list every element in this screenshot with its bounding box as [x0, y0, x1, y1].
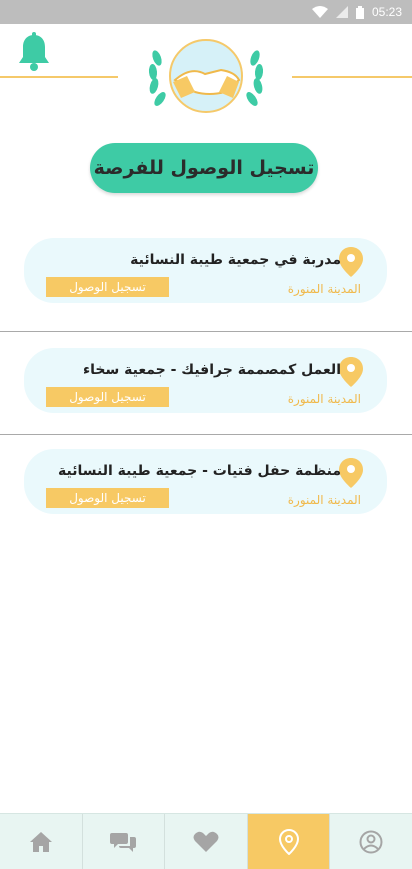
battery-icon [355, 5, 364, 19]
status-icons: 05:23 [311, 0, 402, 24]
divider [0, 434, 412, 435]
nav-profile[interactable] [330, 814, 412, 869]
checkin-button[interactable]: تسجيل الوصول [46, 277, 169, 297]
nav-checkin[interactable] [247, 814, 331, 869]
signal-icon [335, 6, 348, 18]
home-icon [29, 831, 52, 852]
chat-icon [110, 832, 137, 852]
checkin-button[interactable]: تسجيل الوصول [46, 488, 169, 508]
heart-icon [193, 831, 219, 852]
checkin-pin-icon [278, 828, 299, 855]
location-pin-icon [339, 458, 363, 488]
opportunity-city: المدينة المنورة [287, 392, 361, 406]
profile-icon [359, 830, 383, 853]
bell-icon[interactable] [16, 32, 52, 72]
nav-favorites[interactable] [165, 814, 248, 869]
opportunity-city: المدينة المنورة [287, 282, 361, 296]
opportunity-card[interactable]: العمل كمصممة جرافيك - جمعية سخاء المدينة… [24, 348, 387, 413]
header [0, 24, 412, 124]
nav-chat[interactable] [83, 814, 166, 869]
opportunity-title: العمل كمصممة جرافيك - جمعية سخاء [83, 362, 341, 378]
location-pin-icon [339, 247, 363, 277]
status-time: 05:23 [371, 5, 402, 19]
header-divider-right [292, 76, 412, 78]
divider [0, 331, 412, 332]
opportunity-card[interactable]: مدربة في جمعية طيبة النسائية المدينة الم… [24, 238, 387, 303]
opportunity-title: مدربة في جمعية طيبة النسائية [130, 252, 341, 268]
opportunity-city: المدينة المنورة [287, 493, 361, 507]
page-title: تسجيل الوصول للفرصة [90, 143, 318, 193]
header-divider-left [0, 76, 118, 78]
nav-home[interactable] [0, 814, 83, 869]
opportunity-title: منظمة حفل فتيات - جمعية طيبة النسائية [58, 463, 341, 479]
status-bar: 05:23 [0, 0, 412, 24]
bottom-nav [0, 813, 412, 869]
checkin-button[interactable]: تسجيل الوصول [46, 387, 169, 407]
location-pin-icon [339, 357, 363, 387]
logo-handshake [148, 39, 264, 113]
wifi-icon [311, 6, 328, 18]
opportunity-card[interactable]: منظمة حفل فتيات - جمعية طيبة النسائية ال… [24, 449, 387, 514]
